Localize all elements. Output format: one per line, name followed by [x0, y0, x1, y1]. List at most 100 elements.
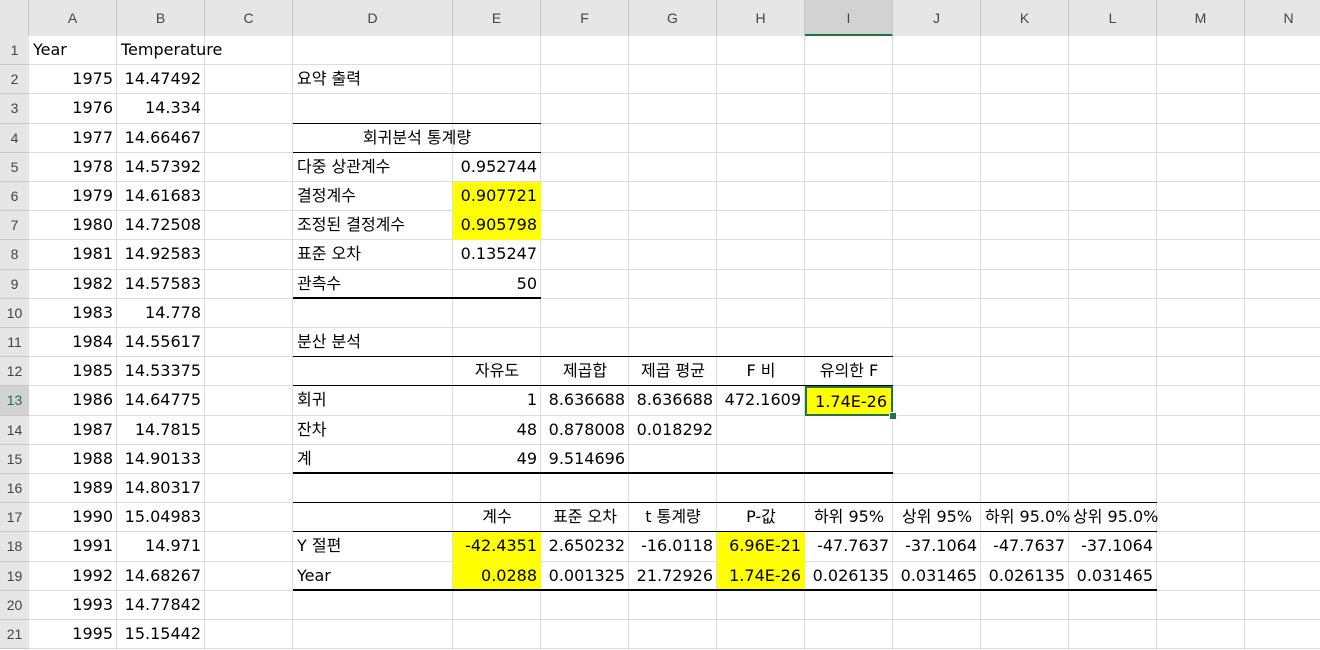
- year-cell[interactable]: 1991: [29, 532, 117, 561]
- temperature-cell[interactable]: 14.64775: [117, 386, 205, 415]
- row-header-5[interactable]: 5: [0, 152, 29, 182]
- year-cell[interactable]: 1984: [29, 328, 117, 357]
- anova-row-label[interactable]: 회귀: [293, 386, 453, 415]
- year-header[interactable]: Year: [29, 36, 117, 65]
- year-cell[interactable]: 1976: [29, 94, 117, 123]
- temperature-cell[interactable]: 14.90133: [117, 445, 205, 474]
- row-header-7[interactable]: 7: [0, 211, 29, 241]
- anova-cell-ms[interactable]: [629, 445, 717, 474]
- row-header-11[interactable]: 11: [0, 328, 29, 358]
- coef-column-header[interactable]: t 통계량: [629, 503, 717, 532]
- year-cell[interactable]: 1988: [29, 445, 117, 474]
- row-header-6[interactable]: 6: [0, 182, 29, 212]
- anova-cell-sigf[interactable]: [805, 445, 893, 474]
- column-header-d[interactable]: D: [293, 0, 453, 36]
- column-header-g[interactable]: G: [629, 0, 717, 36]
- reg-stat-value[interactable]: 0.135247: [453, 240, 541, 269]
- anova-column-header[interactable]: 자유도: [453, 357, 541, 386]
- year-cell[interactable]: 1979: [29, 182, 117, 211]
- year-cell[interactable]: 1995: [29, 620, 117, 649]
- temperature-cell[interactable]: 14.57583: [117, 270, 205, 299]
- column-header-f[interactable]: F: [541, 0, 629, 36]
- year-cell[interactable]: 1986: [29, 386, 117, 415]
- temperature-cell[interactable]: 14.72508: [117, 211, 205, 240]
- anova-column-header[interactable]: 유의한 F: [805, 357, 893, 386]
- anova-cell-sigf[interactable]: [805, 416, 893, 445]
- coef-cell[interactable]: 0.026135: [981, 562, 1069, 591]
- reg-stat-label[interactable]: 관측수: [293, 270, 453, 299]
- temperature-cell[interactable]: 14.68267: [117, 562, 205, 591]
- temperature-cell[interactable]: 14.334: [117, 94, 205, 123]
- anova-cell-df[interactable]: 48: [453, 416, 541, 445]
- summary-title[interactable]: 요약 출력: [293, 65, 453, 94]
- column-header-b[interactable]: B: [117, 0, 205, 36]
- column-header-n[interactable]: N: [1245, 0, 1320, 36]
- column-header-h[interactable]: H: [717, 0, 805, 36]
- column-header-e[interactable]: E: [453, 0, 541, 36]
- temperature-cell[interactable]: 14.7815: [117, 416, 205, 445]
- coef-cell[interactable]: 0.0288: [453, 561, 541, 591]
- temperature-cell[interactable]: 14.778: [117, 299, 205, 328]
- coef-cell[interactable]: -42.4351: [453, 532, 541, 562]
- coef-column-header[interactable]: 상위 95%: [893, 503, 981, 532]
- temperature-cell[interactable]: 14.971: [117, 532, 205, 561]
- anova-cell-ms[interactable]: 0.018292: [629, 416, 717, 445]
- coef-row-label[interactable]: Year: [293, 562, 453, 591]
- spreadsheet-grid[interactable]: A B C D E F G H I J K L M N 1 2 3 4 5 6 7 8 9 10 11 12 13 14 15 16 17 1…: [0, 0, 1320, 650]
- coef-cell[interactable]: -16.0118: [629, 532, 717, 561]
- year-cell[interactable]: 1990: [29, 503, 117, 532]
- anova-column-header[interactable]: 제곱 평균: [629, 357, 717, 386]
- coef-column-header[interactable]: 표준 오차: [541, 503, 629, 532]
- anova-column-header[interactable]: F 비: [717, 357, 805, 386]
- year-cell[interactable]: 1982: [29, 270, 117, 299]
- temperature-header[interactable]: Temperature: [117, 36, 222, 65]
- coef-cell[interactable]: 0.001325: [541, 562, 629, 591]
- row-header-8[interactable]: 8: [0, 240, 29, 270]
- coef-row-label[interactable]: Y 절편: [293, 532, 453, 561]
- coef-cell[interactable]: 0.026135: [805, 562, 893, 591]
- anova-cell-f[interactable]: [717, 416, 805, 445]
- temperature-cell[interactable]: 14.57392: [117, 153, 205, 182]
- temperature-cell[interactable]: 14.53375: [117, 357, 205, 386]
- reg-stat-value[interactable]: 50: [453, 270, 541, 299]
- year-cell[interactable]: 1975: [29, 65, 117, 94]
- temperature-cell[interactable]: 14.92583: [117, 240, 205, 269]
- coef-cell[interactable]: 0.031465: [893, 562, 981, 591]
- anova-cell-f[interactable]: 472.1609: [717, 386, 805, 415]
- column-header-c[interactable]: C: [205, 0, 293, 36]
- year-cell[interactable]: 1985: [29, 357, 117, 386]
- select-all-corner[interactable]: [0, 0, 29, 36]
- reg-stat-value[interactable]: 0.907721: [453, 182, 541, 212]
- coef-cell[interactable]: -37.1064: [1069, 532, 1157, 561]
- regression-stats-title[interactable]: 회귀분석 통계량: [293, 124, 541, 153]
- selected-cell[interactable]: 1.74E-26: [805, 386, 893, 416]
- column-header-k[interactable]: K: [981, 0, 1069, 36]
- year-cell[interactable]: 1983: [29, 299, 117, 328]
- year-cell[interactable]: 1993: [29, 591, 117, 620]
- coef-cell[interactable]: 0.031465: [1069, 562, 1157, 591]
- coef-column-header[interactable]: 하위 95%: [805, 503, 893, 532]
- coef-cell[interactable]: 2.650232: [541, 532, 629, 561]
- column-header-j[interactable]: J: [893, 0, 981, 36]
- row-header-21[interactable]: 21: [0, 620, 29, 650]
- row-header-10[interactable]: 10: [0, 298, 29, 328]
- column-header-m[interactable]: M: [1157, 0, 1245, 36]
- anova-cell-ms[interactable]: 8.636688: [629, 386, 717, 415]
- temperature-cell[interactable]: 14.80317: [117, 474, 205, 503]
- coef-cell[interactable]: -37.1064: [893, 532, 981, 561]
- reg-stat-label[interactable]: 표준 오차: [293, 240, 453, 269]
- anova-cell-df[interactable]: 49: [453, 445, 541, 474]
- row-header-9[interactable]: 9: [0, 269, 29, 299]
- row-header-13[interactable]: 13: [0, 386, 29, 416]
- year-cell[interactable]: 1987: [29, 416, 117, 445]
- reg-stat-value[interactable]: 0.905798: [453, 211, 541, 241]
- year-cell[interactable]: 1977: [29, 124, 117, 153]
- row-header-16[interactable]: 16: [0, 474, 29, 504]
- coef-column-header[interactable]: 계수: [453, 503, 541, 532]
- row-header-17[interactable]: 17: [0, 503, 29, 533]
- row-header-19[interactable]: 19: [0, 561, 29, 591]
- year-cell[interactable]: 1981: [29, 240, 117, 269]
- year-cell[interactable]: 1989: [29, 474, 117, 503]
- anova-column-header[interactable]: 제곱합: [541, 357, 629, 386]
- temperature-cell[interactable]: 15.04983: [117, 503, 205, 532]
